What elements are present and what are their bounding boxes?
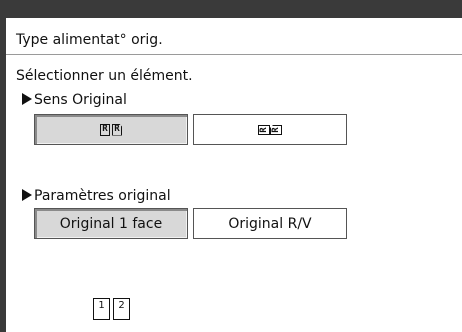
page-title: Type alimentat° orig. xyxy=(16,32,163,48)
original-icon-rotated: R xyxy=(258,124,270,135)
one-sided-original-label: Original 1 face xyxy=(59,215,163,232)
triangle-right-icon xyxy=(22,93,32,105)
triangle-right-icon xyxy=(22,189,32,201)
two-sided-original-label: Original R/V xyxy=(228,215,312,232)
original-icon-r: R xyxy=(100,123,110,136)
portrait-original-icon: R R xyxy=(100,123,122,136)
original-settings-label: Paramètres original xyxy=(34,188,171,204)
copier-screen: Type alimentat° orig. Sélectionner un él… xyxy=(0,0,462,332)
page-1-icon: 1 xyxy=(93,298,110,320)
original-settings-section-label: Paramètres original xyxy=(22,188,171,204)
landscape-original-button[interactable]: R R xyxy=(193,114,347,145)
settings-panel: Type alimentat° orig. Sélectionner un él… xyxy=(6,18,462,332)
instruction-text: Sélectionner un élément. xyxy=(16,68,193,84)
title-bar: Type alimentat° orig. xyxy=(6,24,462,55)
orientation-section-label: Sens Original xyxy=(22,92,127,108)
two-sided-original-button[interactable]: Original R/V xyxy=(193,208,347,239)
original-icon-rotated-folded: R xyxy=(270,125,282,135)
landscape-original-icon: R R xyxy=(258,124,282,136)
original-icon-r-folded: R xyxy=(112,123,122,136)
one-sided-original-button[interactable]: Original 1 face xyxy=(34,208,188,239)
page-2-icon: 2 xyxy=(113,298,130,320)
orientation-label: Sens Original xyxy=(34,92,127,108)
portrait-original-button[interactable]: R R xyxy=(34,114,188,145)
top-frame xyxy=(0,0,462,18)
